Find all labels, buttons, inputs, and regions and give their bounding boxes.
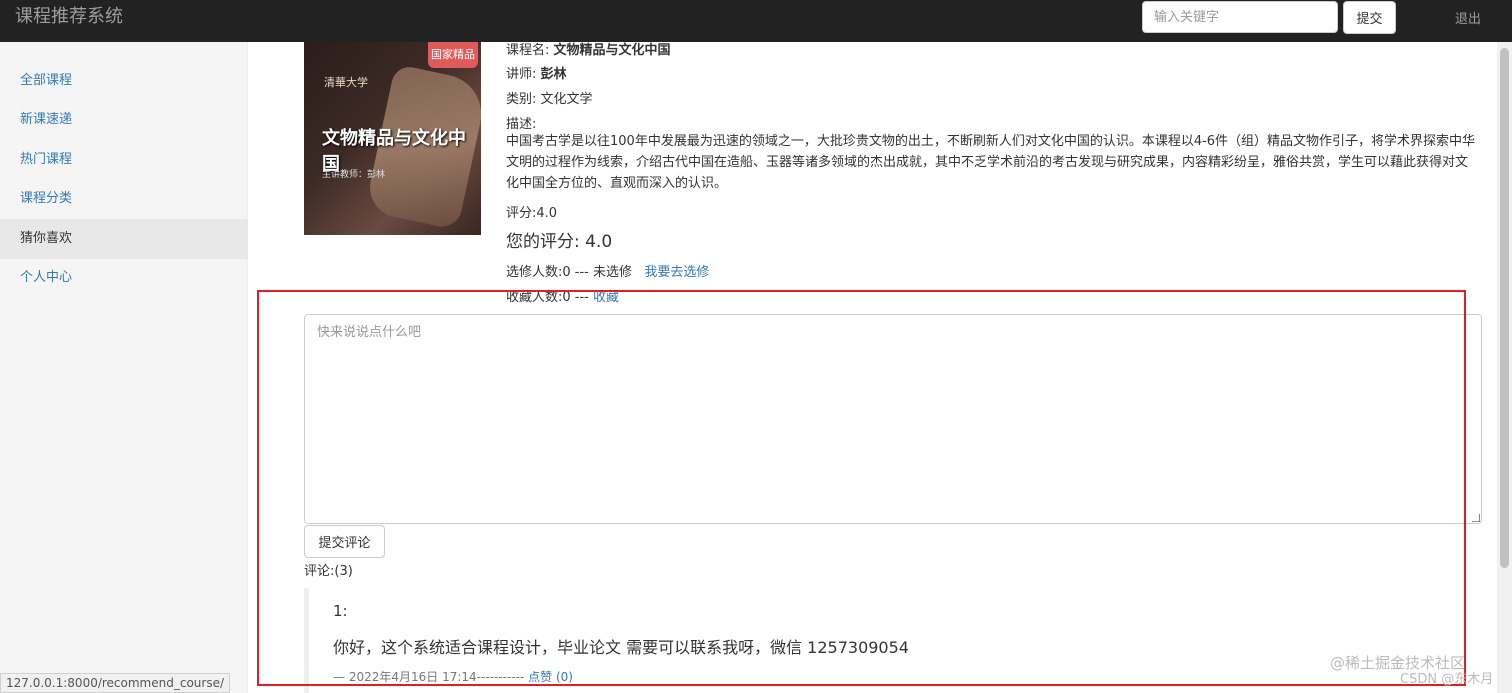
sidebar-item-recommend[interactable]: 猜你喜欢 [0,219,248,259]
resize-grip-icon[interactable] [1472,514,1480,522]
watermark-csdn: CSDN @东木月 [1400,672,1494,687]
course-description: 中国考古学是以往100年中发展最为迅速的领域之一，大批珍贵文物的出土，不断刷新人… [506,134,1476,191]
brand-title[interactable]: 课程推荐系统 [15,6,123,28]
course-category: 类别: 文化文学 [506,92,593,107]
course-name-row: 课程名: 文物精品与文化中国 [506,39,671,58]
scrollbar-thumb[interactable] [1500,48,1509,568]
enroll-count: 选修人数:0 --- 未选修 [506,265,632,280]
course-teacher: 彭林 [540,67,567,82]
course-score: 评分:4.0 [506,206,558,221]
cover-badge: 国家精品 [428,42,478,68]
comment-textarea[interactable] [304,314,1482,524]
course-desc-label: 描述: [506,117,537,132]
submit-comment-button[interactable]: 提交评论 [304,525,385,558]
comment-item: 1: 你好，这个系统适合课程设计，毕业论文 需要可以联系我呀，微信 125730… [304,588,1482,693]
comment-date: — 2022年4月16日 17:14----------- [333,670,525,684]
sidebar-item-profile[interactable]: 个人中心 [0,258,248,298]
enroll-link[interactable]: 我要去选修 [644,265,709,280]
cover-subtitle: 主讲教师：彭林 [322,170,386,180]
comments-count: 评论:(3) [304,564,353,579]
course-name-label: 课程名: [506,43,554,58]
course-teacher-label: 讲师: [506,67,541,82]
sidebar-item-hot-courses[interactable]: 热门课程 [0,140,248,180]
like-link[interactable]: 点赞 (0) [528,670,573,684]
search-submit-button[interactable]: 提交 [1343,1,1396,34]
enroll-row: 选修人数:0 --- 未选修 我要去选修 [506,261,709,280]
top-navbar: 课程推荐系统 提交 退出 [0,0,1512,42]
course-teacher-row: 讲师: 彭林 [506,63,567,82]
comment-meta: — 2022年4月16日 17:14----------- 点赞 (0) [333,668,573,685]
university-logo: 清華大学 [324,76,368,89]
status-bar-url: 127.0.0.1:8000/recommend_course/ [0,673,231,693]
course-name: 文物精品与文化中国 [553,43,671,58]
search-input[interactable] [1142,1,1338,33]
comment-text: 你好，这个系统适合课程设计，毕业论文 需要可以联系我呀，微信 125730905… [333,638,909,657]
comment-index: 1: [333,602,348,620]
sidebar-item-all-courses[interactable]: 全部课程 [0,61,248,101]
course-cover-image: 国家精品 清華大学 文物精品与文化中国 主讲教师：彭林 [304,42,481,235]
collect-row: 收藏人数:0 --- 收藏 [506,286,619,305]
sidebar: 全部课程 新课速递 热门课程 课程分类 猜你喜欢 个人中心 [0,42,248,693]
collect-count: 收藏人数:0 --- [506,290,593,305]
sidebar-item-new-courses[interactable]: 新课速递 [0,100,248,140]
collect-link[interactable]: 收藏 [593,290,619,305]
logout-link[interactable]: 退出 [1455,8,1481,27]
my-score: 您的评分: 4.0 [506,232,613,252]
sidebar-item-categories[interactable]: 课程分类 [0,179,248,219]
